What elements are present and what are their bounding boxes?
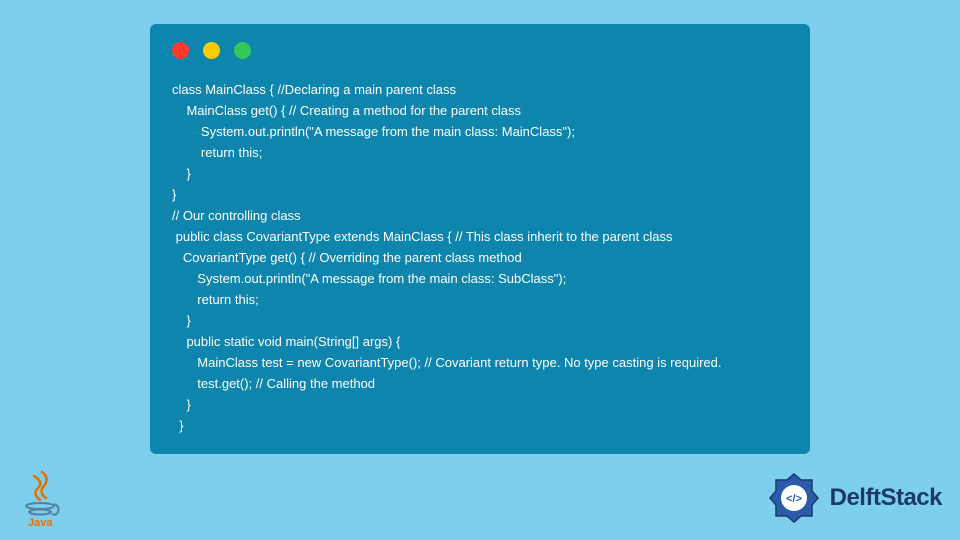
delft-badge-icon: </> [766, 470, 822, 526]
window-dots [172, 42, 788, 59]
code-window: class MainClass { //Declaring a main par… [150, 24, 810, 454]
maximize-dot-icon [234, 42, 251, 59]
code-content: class MainClass { //Declaring a main par… [172, 79, 788, 436]
close-dot-icon [172, 42, 189, 59]
svg-text:</>: </> [786, 493, 802, 505]
delft-text: DelftStack [830, 484, 942, 512]
delft-logo: </> DelftStack [766, 470, 942, 526]
java-label: Java [28, 517, 53, 528]
minimize-dot-icon [203, 42, 220, 59]
java-logo-icon: Java [16, 468, 66, 528]
